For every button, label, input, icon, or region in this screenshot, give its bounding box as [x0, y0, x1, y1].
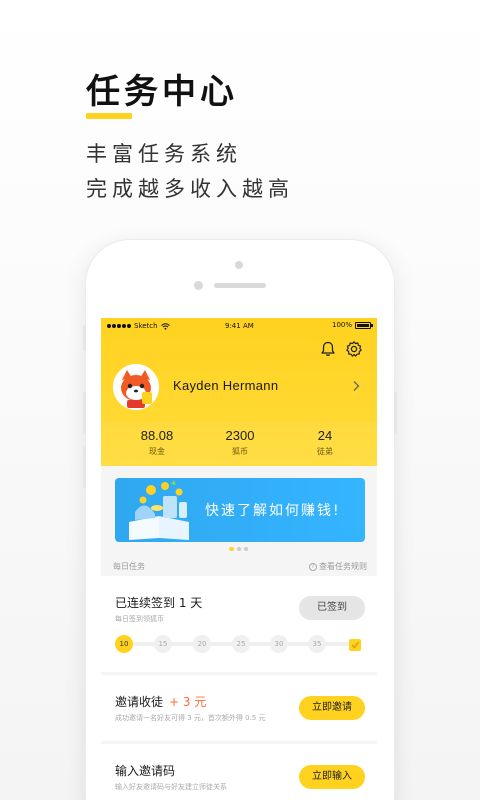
stat-label: 狐币: [232, 447, 248, 456]
daily-tasks-header: 每日任务 ? 查看任务规则: [101, 556, 377, 576]
phone-camera: [235, 261, 243, 269]
invite-reward: + 3 元: [169, 695, 207, 709]
wifi-icon: [160, 322, 170, 330]
checkin-day-node: 10: [115, 635, 133, 653]
fox-avatar-icon: [113, 364, 159, 410]
phone-speaker: [214, 283, 266, 288]
phone-mute-switch: [83, 325, 86, 351]
invite-code-card: 输入邀请码 输入好友邀请码与好友建立师徒关系 立即输入: [101, 744, 377, 800]
page-title: 任务中心: [86, 72, 238, 112]
phone-volume-up: [83, 392, 86, 434]
signal-icon: [107, 324, 131, 328]
gift-icon: [349, 639, 361, 651]
stat-value: 24: [317, 428, 333, 443]
invite-now-button[interactable]: 立即邀请: [299, 696, 365, 720]
tagline-line-2: 完成越多收入越高: [86, 177, 294, 201]
status-bar: Sketch 9:41 AM 100%: [101, 318, 377, 334]
checkin-desc: 每日签到领狐币: [115, 615, 164, 623]
avatar[interactable]: [113, 364, 159, 410]
task-rules-link[interactable]: ? 查看任务规则: [309, 561, 367, 572]
invite-title-row: 邀请收徒 + 3 元: [115, 693, 206, 710]
stat-label: 徒弟: [317, 447, 333, 456]
checkin-day-node: 35: [308, 635, 326, 653]
checked-in-button[interactable]: 已签到: [299, 596, 365, 620]
title-underline: [86, 113, 132, 119]
task-rules-label: 查看任务规则: [319, 562, 367, 571]
gear-icon[interactable]: [345, 340, 363, 358]
earn-guide-banner[interactable]: 快速了解如何赚钱!: [115, 478, 365, 542]
phone-power-button: [394, 392, 397, 434]
phone-front-sensor: [194, 281, 203, 290]
phone-volume-down: [83, 446, 86, 488]
code-desc: 输入好友邀请码与好友建立师徒关系: [115, 783, 227, 791]
code-title: 输入邀请码: [115, 764, 176, 778]
stat-cash[interactable]: 88.08 现金: [111, 428, 203, 457]
bell-icon[interactable]: [319, 340, 337, 358]
invite-card: 邀请收徒 + 3 元 成功邀请一名好友可得 3 元，首次额外得 0.5 元 立即邀…: [101, 675, 377, 741]
tagline-line-1: 丰富任务系统: [86, 142, 242, 166]
checkin-day-node: 15: [154, 635, 172, 653]
invite-desc: 成功邀请一名好友可得 3 元，首次额外得 0.5 元: [115, 714, 266, 722]
banner-text: 快速了解如何赚钱!: [205, 503, 341, 519]
question-icon: ?: [309, 562, 317, 571]
pager-dot[interactable]: [237, 547, 241, 551]
stat-coins[interactable]: 2300 狐币: [194, 428, 286, 457]
banner-pager[interactable]: [229, 547, 248, 551]
pager-dot-active[interactable]: [229, 547, 234, 551]
status-time: 9:41 AM: [225, 322, 254, 330]
stat-label: 现金: [149, 447, 165, 456]
carrier-name: Sketch: [134, 322, 158, 330]
stat-value: 88.08: [140, 428, 174, 443]
stat-value: 2300: [225, 428, 255, 443]
book-coins-illustration: [129, 480, 189, 540]
checkin-day-node: 20: [193, 635, 211, 653]
checkin-title: 已连续签到 1 天: [115, 596, 203, 610]
app-screen: Sketch 9:41 AM 100% Kayden Hermann 88.08…: [101, 318, 377, 800]
pager-dot[interactable]: [244, 547, 248, 551]
checkin-card: 已连续签到 1 天 每日签到领狐币 已签到 10 15 20 25 30 35: [101, 576, 377, 672]
profile-name[interactable]: Kayden Hermann: [173, 378, 278, 393]
section-title: 每日任务: [113, 562, 145, 571]
enter-code-button[interactable]: 立即输入: [299, 765, 365, 789]
battery-percent: 100%: [331, 321, 352, 329]
checkin-day-node: 25: [232, 635, 250, 653]
chevron-right-icon[interactable]: [351, 380, 361, 392]
checkin-day-node: 30: [270, 635, 288, 653]
stat-apprentices[interactable]: 24 徒弟: [279, 428, 371, 457]
battery-icon: [355, 321, 373, 329]
invite-title: 邀请收徒: [115, 695, 164, 709]
